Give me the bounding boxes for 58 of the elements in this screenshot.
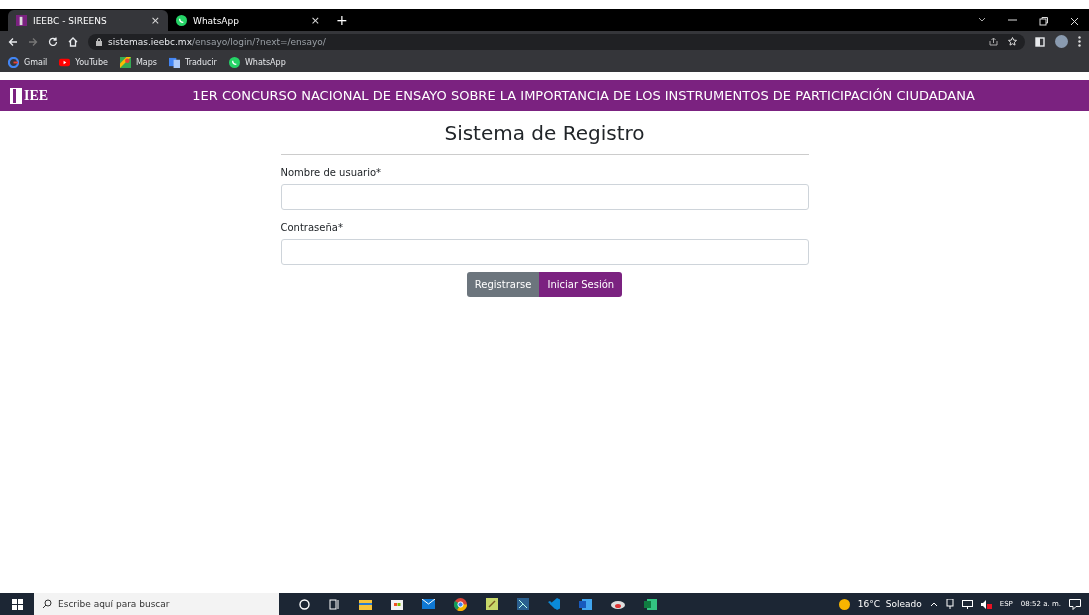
- input-field[interactable]: [280, 184, 809, 210]
- more-menu-icon[interactable]: [1078, 36, 1081, 47]
- header-title: 1ER CONCURSO NACIONAL DE ENSAYO SOBRE LA IMPORTANCIA DE LOS INSTRUMENTOS DE PARTICIPACIÓN CIUDADANA: [191, 88, 976, 103]
- g-logo-icon: [8, 56, 19, 68]
- bookmark[interactable]: WhatsApp: [228, 56, 286, 68]
- chevron-up-icon[interactable]: [929, 601, 938, 607]
- speaker-muted-icon[interactable]: [980, 599, 992, 609]
- circle-icon[interactable]: [299, 598, 310, 610]
- sun-icon: [838, 598, 850, 610]
- mail-icon[interactable]: [422, 599, 435, 609]
- taskbar-search-field[interactable]: Escribe aquí para buscar: [34, 593, 279, 615]
- folder-icon[interactable]: [359, 598, 372, 610]
- side-panel-icon[interactable]: [1035, 36, 1045, 47]
- network-icon[interactable]: [517, 598, 529, 610]
- shopping-bag-icon[interactable]: [391, 598, 403, 610]
- star-icon[interactable]: [1008, 37, 1017, 46]
- code-editor-icon[interactable]: [548, 598, 560, 610]
- bookmark[interactable]: YouTube: [59, 56, 108, 68]
- search-icon: [42, 599, 52, 609]
- play-icon: [59, 56, 71, 68]
- word-document-icon[interactable]: [579, 598, 592, 610]
- avatar-icon[interactable]: [1055, 35, 1068, 48]
- browser-icon[interactable]: [454, 597, 467, 611]
- site-logo[interactable]: IEE: [10, 87, 49, 104]
- lock-icon: [96, 37, 102, 46]
- reload-icon[interactable]: [48, 36, 58, 47]
- close-icon[interactable]: [1070, 17, 1079, 26]
- minimize-icon[interactable]: [1008, 17, 1017, 23]
- monitor-icon[interactable]: [961, 599, 973, 609]
- back-arrow-icon[interactable]: [8, 36, 18, 47]
- browser-tab[interactable]: WhatsApp ×: [168, 10, 328, 31]
- map-icon: [119, 56, 131, 68]
- chevron-down-icon[interactable]: [978, 17, 986, 23]
- field-label: Contraseña*: [280, 222, 344, 233]
- address-bar[interactable]: sistemas.ieebc.mx/ensayo/login/?next=/ensayo/: [88, 33, 1025, 50]
- home-icon[interactable]: [68, 36, 78, 47]
- chat-bubble-icon: [176, 15, 187, 26]
- notification-icon[interactable]: [1069, 598, 1081, 610]
- login-button[interactable]: Iniciar Sesión: [539, 272, 623, 297]
- task-view-icon[interactable]: [329, 598, 340, 610]
- share-icon[interactable]: [989, 37, 998, 46]
- page-title: Sistema de Registro: [280, 121, 809, 155]
- chat-bubble-icon: [228, 56, 240, 68]
- site-logo-icon: [16, 15, 27, 26]
- translate-icon: [168, 56, 180, 68]
- bookmark[interactable]: Maps: [119, 56, 157, 68]
- browser-tab[interactable]: IEEBC - SIREENS ×: [8, 10, 168, 31]
- input-field[interactable]: [280, 239, 809, 265]
- register-button[interactable]: Registrarse: [466, 272, 540, 297]
- bookmark[interactable]: Gmail: [8, 56, 48, 68]
- windows-logo-icon[interactable]: [11, 598, 23, 610]
- spreadsheet-icon[interactable]: [644, 598, 657, 610]
- restore-icon[interactable]: [1039, 17, 1048, 26]
- new-tab-button[interactable]: +: [336, 12, 348, 28]
- bookmark[interactable]: Traducir: [168, 56, 217, 68]
- notepad-icon[interactable]: [486, 598, 498, 610]
- weather-text[interactable]: 16°C Soleado: [857, 599, 922, 609]
- field-label: Nombre de usuario*: [280, 167, 383, 178]
